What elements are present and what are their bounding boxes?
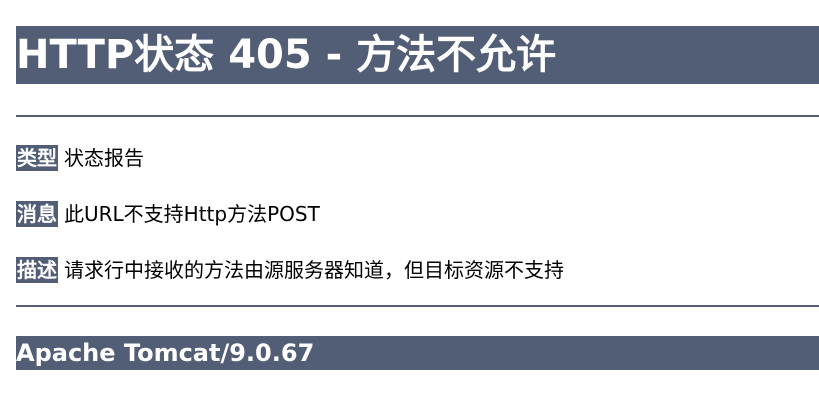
- description-label: 描述: [16, 257, 58, 283]
- divider-top: [16, 115, 819, 117]
- description-value: 请求行中接收的方法由源服务器知道，但目标资源不支持: [64, 258, 564, 282]
- description-row: 描述 请求行中接收的方法由源服务器知道，但目标资源不支持: [16, 257, 564, 283]
- message-row: 消息 此URL不支持Http方法POST: [16, 201, 320, 227]
- divider-bottom: [16, 305, 819, 307]
- type-label: 类型: [16, 145, 58, 171]
- type-row: 类型 状态报告: [16, 145, 144, 171]
- server-footer: Apache Tomcat/9.0.67: [16, 336, 819, 370]
- message-label: 消息: [16, 201, 58, 227]
- message-value: 此URL不支持Http方法POST: [64, 202, 320, 226]
- page-title: HTTP状态 405 - 方法不允许: [16, 26, 819, 84]
- type-value: 状态报告: [64, 146, 144, 170]
